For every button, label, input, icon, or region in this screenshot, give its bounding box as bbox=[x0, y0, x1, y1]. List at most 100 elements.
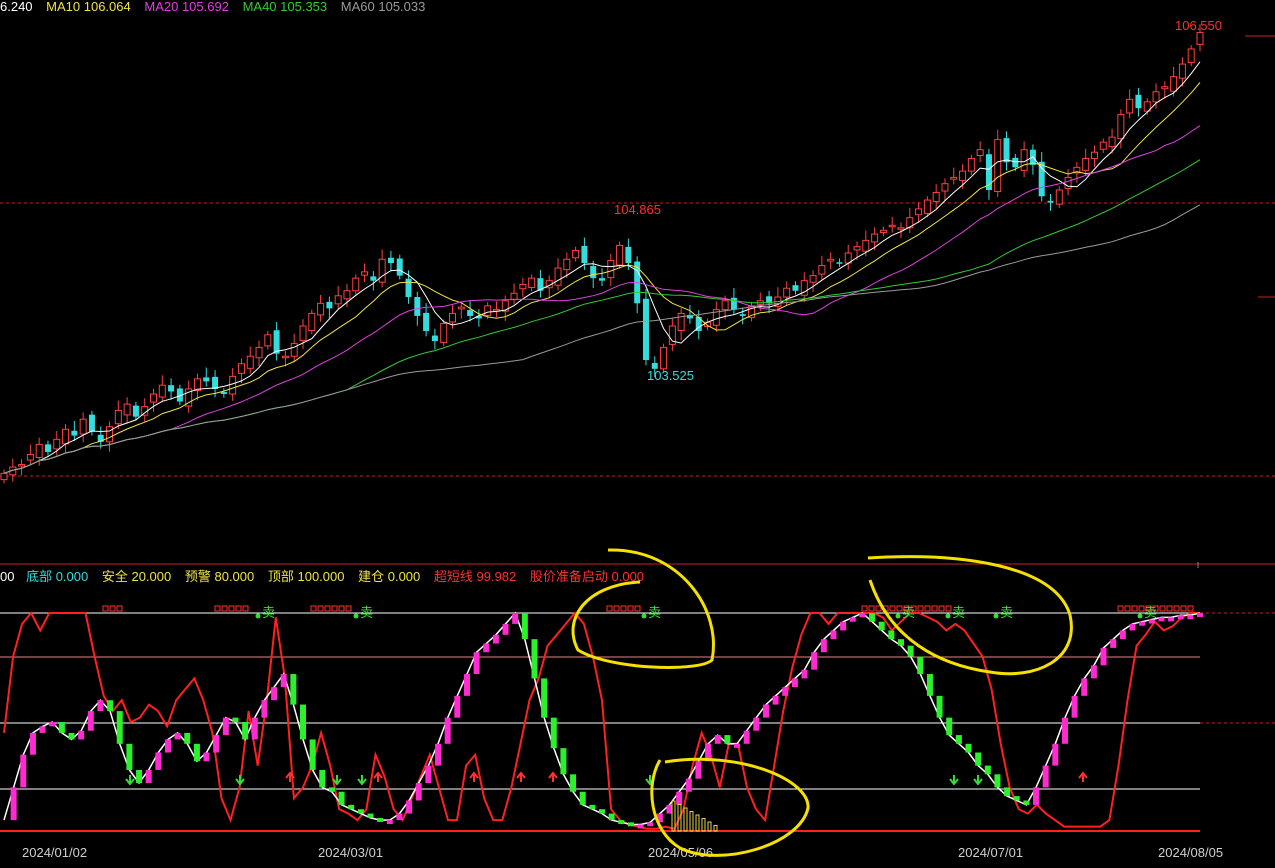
candle-body bbox=[405, 278, 412, 298]
candle-body bbox=[1170, 76, 1178, 92]
indicator-bar bbox=[743, 730, 750, 744]
candle-body bbox=[836, 262, 843, 264]
sell-dot bbox=[945, 613, 951, 619]
indicator-bar bbox=[1197, 613, 1203, 617]
candle-body bbox=[994, 139, 1002, 193]
indicator-bar bbox=[1042, 765, 1049, 788]
indicator-bar bbox=[164, 739, 171, 753]
signal-box bbox=[338, 605, 345, 612]
legend-start: 股价准备启动 0.000 bbox=[530, 569, 644, 584]
short-term-line bbox=[3, 611, 1200, 830]
date-label: 2024/01/02 bbox=[22, 845, 87, 860]
indicator-bar bbox=[898, 639, 904, 646]
indicator-bar bbox=[87, 711, 94, 731]
candle-body bbox=[229, 375, 237, 395]
indicator-bar bbox=[338, 791, 345, 805]
indicator-bar bbox=[1013, 796, 1020, 801]
indicator-bar bbox=[280, 674, 287, 688]
sell-label: 卖 bbox=[952, 605, 965, 620]
buy-arrow-marker bbox=[125, 775, 135, 786]
signal-box bbox=[634, 605, 641, 612]
signal-box bbox=[1159, 605, 1166, 612]
ma5-line bbox=[3, 61, 1201, 474]
indicator-bar bbox=[772, 695, 779, 705]
signal-box bbox=[938, 605, 945, 612]
candle-body bbox=[387, 257, 394, 264]
indicator-bar bbox=[425, 765, 432, 784]
legend-build: 建仓 0.000 bbox=[358, 569, 420, 584]
indicator-bar bbox=[570, 774, 577, 792]
candle-body bbox=[967, 158, 975, 172]
candle-body bbox=[959, 170, 967, 181]
signal-box bbox=[1131, 605, 1138, 612]
indicator-bar bbox=[1148, 619, 1155, 624]
date-label: 2024/03/01 bbox=[318, 845, 383, 860]
indicator-bar bbox=[608, 813, 615, 821]
signal-box bbox=[1117, 605, 1124, 612]
indicator-bar bbox=[68, 732, 75, 740]
date-label: 2024/07/01 bbox=[958, 845, 1023, 860]
indicator-bar bbox=[1033, 787, 1040, 805]
candle-body bbox=[1064, 176, 1072, 189]
indicator-bar bbox=[271, 687, 278, 701]
signal-box bbox=[109, 605, 116, 612]
indicator-bar bbox=[801, 669, 808, 679]
ma20-line bbox=[3, 125, 1201, 474]
signal-box bbox=[1180, 605, 1187, 612]
candle-body bbox=[783, 287, 791, 298]
indicator-bar bbox=[849, 617, 856, 622]
candle-body bbox=[730, 297, 737, 310]
candle-body bbox=[888, 224, 896, 228]
indicator-bar bbox=[242, 722, 249, 740]
indicator-bar bbox=[560, 748, 567, 775]
indicator-bar bbox=[1158, 617, 1165, 622]
indicator-bar bbox=[579, 791, 586, 805]
indicator-bar bbox=[917, 656, 924, 675]
legend-ma60: MA60 105.033 bbox=[341, 0, 426, 14]
candle-body bbox=[818, 265, 826, 275]
indicator-bar bbox=[1129, 623, 1136, 631]
indicator-bar bbox=[926, 674, 933, 696]
low-signal-bar bbox=[671, 800, 676, 832]
legend-prefix: 00 bbox=[0, 569, 14, 584]
indicator-bar bbox=[830, 630, 837, 640]
signal-box bbox=[1187, 605, 1194, 612]
indicator-bar bbox=[637, 824, 644, 829]
sell-arrow-marker bbox=[516, 771, 526, 782]
ma60-line bbox=[3, 204, 1201, 474]
indicator-bar bbox=[714, 735, 721, 744]
candle-body bbox=[79, 418, 87, 435]
indicator-bar bbox=[1110, 639, 1117, 648]
candle-body bbox=[950, 176, 958, 180]
candle-body bbox=[484, 305, 492, 316]
indicator-bar bbox=[888, 630, 895, 640]
candle-body bbox=[923, 199, 931, 214]
indicator-bar bbox=[492, 634, 499, 644]
candle-body bbox=[308, 312, 316, 332]
stock-chart-canvas: 卖 卖 卖 卖 卖 卖 卖 106.550 104.865 103.525 6.240 MA… bbox=[0, 0, 1275, 860]
candle-body bbox=[879, 229, 887, 234]
legend-ma10: MA10 106.064 bbox=[46, 0, 131, 14]
indicator-bar bbox=[97, 700, 104, 712]
sell-label: 卖 bbox=[262, 605, 275, 620]
indicator-bar bbox=[647, 822, 654, 827]
candle-body bbox=[1090, 151, 1098, 160]
candle-body bbox=[1047, 200, 1054, 203]
candle-body bbox=[1187, 48, 1195, 64]
ma-legend-row: 6.240 MA10 106.064 MA20 105.692 MA40 105… bbox=[0, 0, 425, 14]
candle-body bbox=[941, 183, 949, 192]
candle-body bbox=[572, 249, 580, 259]
candle-body bbox=[1099, 141, 1107, 150]
candle-body bbox=[1082, 158, 1090, 171]
indicator-bar bbox=[685, 778, 692, 792]
indicator-bar bbox=[203, 752, 210, 762]
indicator-bar bbox=[415, 783, 422, 801]
indicator-bar bbox=[367, 813, 374, 818]
candle-body bbox=[281, 355, 289, 359]
candle-body bbox=[792, 285, 799, 291]
buy-arrow-marker bbox=[357, 775, 367, 786]
indicator-bar bbox=[994, 774, 1001, 788]
ma40-line bbox=[3, 159, 1201, 474]
price-label-mid-high: 104.865 bbox=[614, 202, 661, 217]
signal-box bbox=[324, 605, 331, 612]
